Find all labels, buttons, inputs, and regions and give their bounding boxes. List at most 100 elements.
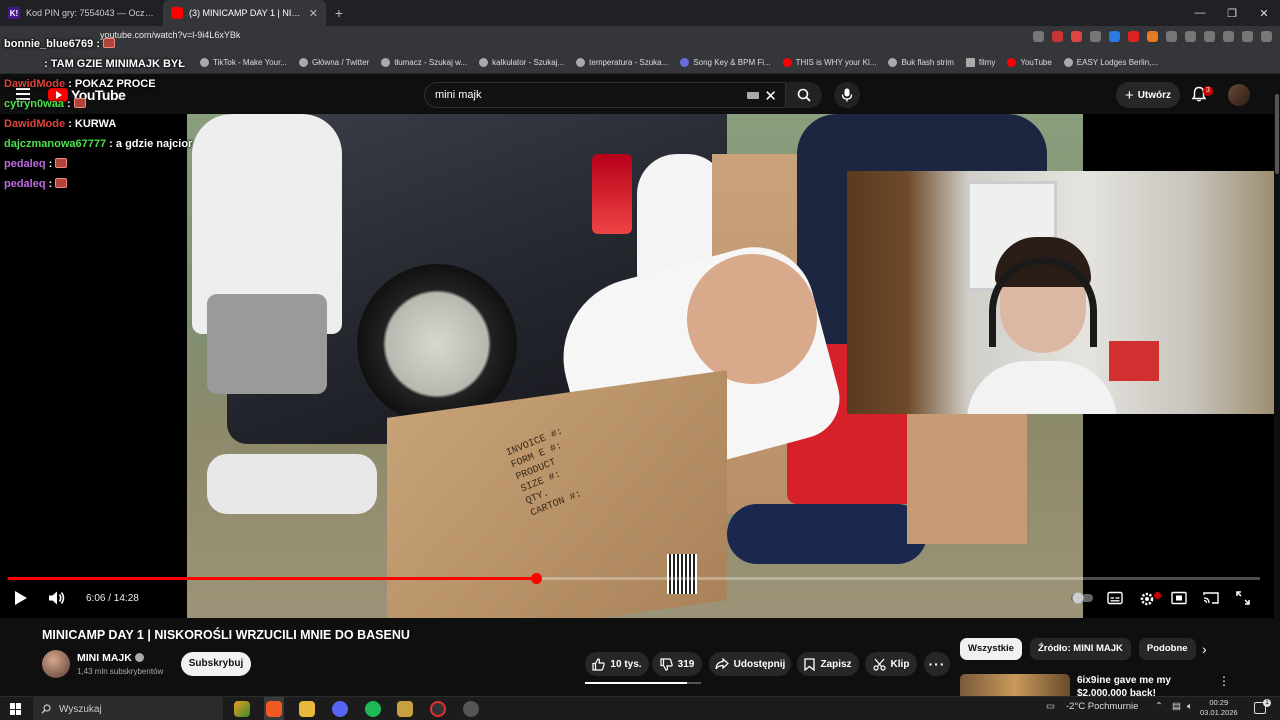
clear-search-icon[interactable]: ✕ xyxy=(764,87,777,105)
extension-icon[interactable] xyxy=(1052,31,1063,42)
discord-icon[interactable] xyxy=(332,701,348,717)
bookmark-item[interactable]: Główna / Twitter xyxy=(298,58,369,67)
account-avatar[interactable] xyxy=(1228,84,1250,106)
play-button[interactable] xyxy=(14,590,28,608)
chat-message: pedaleq : xyxy=(4,174,234,194)
recommended-title[interactable]: 6ix9ine gave me my $2,000,000 back! xyxy=(1077,674,1207,696)
box-barcode xyxy=(667,554,697,594)
search-input[interactable]: mini majk ✕ xyxy=(424,82,786,108)
bookmark-item[interactable]: THIS is WHY your Kl... xyxy=(782,58,876,67)
tray-chevron-icon[interactable]: ⌃ xyxy=(1155,701,1163,712)
extension-icon[interactable] xyxy=(1109,31,1120,42)
voice-search-button[interactable] xyxy=(834,82,860,108)
screen: K! Kod PIN gry: 7554043 — Oczekiwanie (3… xyxy=(0,0,1280,720)
settings-icon xyxy=(1140,592,1154,606)
tab-kahoot[interactable]: K! Kod PIN gry: 7554043 — Oczekiwanie xyxy=(0,0,163,26)
chip-all[interactable]: Wszystkie xyxy=(960,638,1022,660)
settings-button[interactable] xyxy=(1139,591,1155,607)
media-app-icon[interactable] xyxy=(397,701,413,717)
miniplayer-button[interactable] xyxy=(1171,591,1187,605)
taskbar-search[interactable]: Wyszukaj xyxy=(33,697,223,720)
subscribe-button[interactable]: Subskrybuj xyxy=(181,652,251,676)
chevron-right-icon[interactable]: › xyxy=(1202,641,1207,657)
bookmark-item[interactable]: EASY Lodges Berlin,... xyxy=(1063,58,1158,67)
volume-icon xyxy=(49,591,65,605)
weather-text[interactable]: -2°C Pochmurnie xyxy=(1066,701,1138,712)
channel-avatar[interactable] xyxy=(42,650,70,678)
obs-icon[interactable] xyxy=(430,701,446,717)
more-vertical-icon[interactable]: ⋮ xyxy=(1218,674,1230,688)
taskbar-clock[interactable]: 00:29 03.01.2026 xyxy=(1200,698,1238,718)
extension-icon[interactable] xyxy=(1185,31,1196,42)
restore-icon[interactable]: ❐ xyxy=(1216,7,1248,20)
close-window-icon[interactable]: ✕ xyxy=(1248,7,1280,20)
fullscreen-button[interactable] xyxy=(1236,591,1250,605)
cast-button[interactable] xyxy=(1203,591,1219,605)
recommended-thumbnail[interactable] xyxy=(960,674,1070,696)
bookmark-folder[interactable]: filmy xyxy=(965,58,995,67)
bookmark-item[interactable]: Buk flash strim xyxy=(888,58,954,67)
extension-icon[interactable] xyxy=(1033,31,1044,42)
progress-played xyxy=(8,577,537,580)
search-button[interactable] xyxy=(786,82,822,108)
speaker-icon[interactable]: 🔈︎ xyxy=(1187,701,1193,712)
close-tab-icon[interactable]: ✕ xyxy=(309,7,318,20)
clip-button[interactable]: Klip xyxy=(865,652,917,676)
bookmark-item[interactable]: kalkulator - Szukaj... xyxy=(479,58,564,67)
dislike-count: 319 xyxy=(677,658,695,670)
chat-message: cytryn0waa : xyxy=(4,94,234,114)
chat-username: DawidMode xyxy=(4,78,66,90)
google-icon xyxy=(381,58,391,67)
channel-name[interactable]: MINI MAJK xyxy=(77,652,144,664)
save-button[interactable]: Zapisz xyxy=(797,652,859,676)
bookmark-item[interactable]: tłumacz - Szukaj w... xyxy=(381,58,467,67)
extension-icon[interactable] xyxy=(1204,31,1215,42)
windows-start-icon[interactable] xyxy=(10,703,22,715)
network-icon[interactable]: ▤ xyxy=(1172,701,1181,712)
streamer xyxy=(967,237,1117,414)
extension-icon[interactable] xyxy=(1090,31,1101,42)
extension-icon[interactable] xyxy=(1147,31,1158,42)
share-button[interactable]: Udostępnij xyxy=(709,652,791,676)
spotify-icon[interactable] xyxy=(365,701,381,717)
more-actions-button[interactable]: ··· xyxy=(924,652,950,676)
subtitles-button[interactable] xyxy=(1107,591,1123,605)
file-explorer-icon[interactable] xyxy=(299,701,315,717)
minimize-icon[interactable]: — xyxy=(1184,7,1216,20)
bookmark-item[interactable]: YouTube xyxy=(1007,58,1052,67)
create-button[interactable]: + Utwórz xyxy=(1116,82,1180,108)
page-scrollbar[interactable] xyxy=(1274,74,1280,696)
chip-source[interactable]: Źródło: MINI MAJK xyxy=(1029,638,1131,660)
extension-icon[interactable] xyxy=(1242,31,1253,42)
video-progress-bar[interactable] xyxy=(8,573,1260,584)
bookmark-item[interactable]: Song Key & BPM Fi... xyxy=(680,58,771,67)
volume-button[interactable] xyxy=(48,590,66,608)
new-tab-button[interactable]: + xyxy=(326,5,352,21)
scrollbar-thumb[interactable] xyxy=(1275,94,1279,174)
weather-icon[interactable]: ▭ xyxy=(1046,701,1055,712)
recommendation-chips: Wszystkie Źródło: MINI MAJK Podobne xyxy=(960,638,1196,660)
keyboard-icon[interactable] xyxy=(747,92,759,99)
brave-browser-icon[interactable] xyxy=(266,701,282,717)
streamer-webcam xyxy=(847,171,1280,414)
extension-icon[interactable] xyxy=(1223,31,1234,42)
like-button[interactable]: 10 tys. xyxy=(585,652,649,676)
chat-message: DawidMode : POKAZ PROCE xyxy=(4,78,156,90)
miniplayer-icon xyxy=(1171,591,1187,605)
chip-related[interactable]: Podobne xyxy=(1138,638,1196,660)
taskbar-app-icon[interactable] xyxy=(234,701,250,717)
tab-youtube[interactable]: (3) MINICAMP DAY 1 | NISKOROŚLI ✕ xyxy=(163,0,326,26)
extension-icon[interactable] xyxy=(1166,31,1177,42)
extension-icon[interactable] xyxy=(1128,31,1139,42)
chat-username: bonnie_blue6769 xyxy=(4,38,94,50)
taskbar-search-placeholder: Wyszukaj xyxy=(59,703,102,715)
extension-icon[interactable] xyxy=(1071,31,1082,42)
kahoot-favicon-icon: K! xyxy=(8,7,20,19)
extension-icon[interactable] xyxy=(1261,31,1272,42)
chat-message: : TAM GZIE MINIMAJK BYŁ xyxy=(44,58,185,70)
emote-icon xyxy=(73,98,86,108)
autoplay-toggle[interactable] xyxy=(1070,591,1094,605)
taskbar-app-icon[interactable] xyxy=(463,701,479,717)
dislike-button[interactable]: 319 xyxy=(652,652,702,676)
bookmark-item[interactable]: temperatura - Szuka... xyxy=(576,58,668,67)
